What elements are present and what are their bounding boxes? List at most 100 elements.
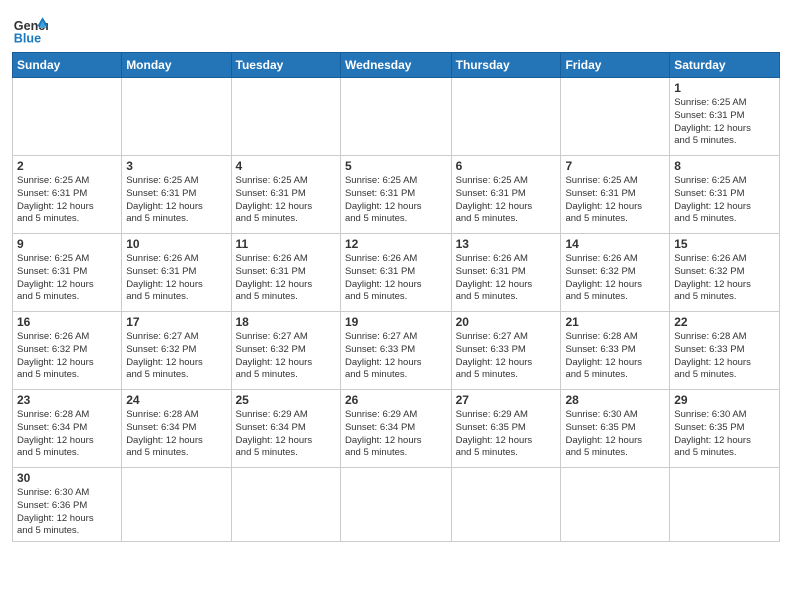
day-info: Sunrise: 6:28 AM Sunset: 6:33 PM Dayligh… (565, 331, 665, 382)
calendar-cell (13, 78, 122, 156)
day-info: Sunrise: 6:30 AM Sunset: 6:36 PM Dayligh… (17, 487, 117, 538)
day-number: 23 (17, 393, 117, 407)
day-number: 5 (345, 159, 447, 173)
calendar-cell (451, 78, 561, 156)
day-number: 29 (674, 393, 775, 407)
day-info: Sunrise: 6:25 AM Sunset: 6:31 PM Dayligh… (236, 175, 336, 226)
calendar-cell: 7 Sunrise: 6:25 AM Sunset: 6:31 PM Daylig… (561, 156, 670, 234)
weekday-header-row: SundayMondayTuesdayWednesdayThursdayFrid… (13, 53, 780, 78)
day-info: Sunrise: 6:26 AM Sunset: 6:32 PM Dayligh… (17, 331, 117, 382)
calendar-week-6: 30Sunrise: 6:30 AM Sunset: 6:36 PM Dayli… (13, 468, 780, 542)
calendar-cell: 27Sunrise: 6:29 AM Sunset: 6:35 PM Dayli… (451, 390, 561, 468)
day-number: 25 (236, 393, 336, 407)
calendar-cell: 12Sunrise: 6:26 AM Sunset: 6:31 PM Dayli… (340, 234, 451, 312)
calendar-cell (561, 468, 670, 542)
day-info: Sunrise: 6:26 AM Sunset: 6:31 PM Dayligh… (236, 253, 336, 304)
day-number: 15 (674, 237, 775, 251)
weekday-header-tuesday: Tuesday (231, 53, 340, 78)
calendar-week-3: 9 Sunrise: 6:25 AM Sunset: 6:31 PM Daylig… (13, 234, 780, 312)
day-number: 27 (456, 393, 557, 407)
calendar-cell: 4Sunrise: 6:25 AM Sunset: 6:31 PM Daylig… (231, 156, 340, 234)
weekday-header-sunday: Sunday (13, 53, 122, 78)
calendar-cell: 16Sunrise: 6:26 AM Sunset: 6:32 PM Dayli… (13, 312, 122, 390)
day-number: 11 (236, 237, 336, 251)
calendar-cell: 18 Sunrise: 6:27 AM Sunset: 6:32 PM Dayli… (231, 312, 340, 390)
day-number: 17 (126, 315, 226, 329)
day-number: 24 (126, 393, 226, 407)
day-number: 26 (345, 393, 447, 407)
calendar-cell: 10Sunrise: 6:26 AM Sunset: 6:31 PM Dayli… (122, 234, 231, 312)
calendar-cell (122, 78, 231, 156)
day-number: 10 (126, 237, 226, 251)
calendar-cell: 23 Sunrise: 6:28 AM Sunset: 6:34 PM Dayli… (13, 390, 122, 468)
calendar-cell: 13Sunrise: 6:26 AM Sunset: 6:31 PM Dayli… (451, 234, 561, 312)
calendar-cell: 6Sunrise: 6:25 AM Sunset: 6:31 PM Daylig… (451, 156, 561, 234)
calendar-cell: 21 Sunrise: 6:28 AM Sunset: 6:33 PM Dayli… (561, 312, 670, 390)
calendar-cell: 2 Sunrise: 6:25 AM Sunset: 6:31 PM Daylig… (13, 156, 122, 234)
calendar-table: SundayMondayTuesdayWednesdayThursdayFrid… (12, 52, 780, 542)
calendar-cell: 25Sunrise: 6:29 AM Sunset: 6:34 PM Dayli… (231, 390, 340, 468)
logo-icon: General Blue (12, 10, 48, 46)
weekday-header-monday: Monday (122, 53, 231, 78)
calendar-page: General Blue SundayMondayTuesdayWednesda… (0, 0, 792, 612)
day-info: Sunrise: 6:29 AM Sunset: 6:34 PM Dayligh… (345, 409, 447, 460)
logo: General Blue (12, 10, 48, 46)
day-number: 1 (674, 81, 775, 95)
day-info: Sunrise: 6:30 AM Sunset: 6:35 PM Dayligh… (565, 409, 665, 460)
weekday-header-wednesday: Wednesday (340, 53, 451, 78)
page-header: General Blue (12, 10, 780, 46)
day-number: 18 (236, 315, 336, 329)
day-info: Sunrise: 6:27 AM Sunset: 6:33 PM Dayligh… (456, 331, 557, 382)
day-number: 20 (456, 315, 557, 329)
calendar-cell (670, 468, 780, 542)
day-info: Sunrise: 6:28 AM Sunset: 6:34 PM Dayligh… (17, 409, 117, 460)
calendar-cell: 1 Sunrise: 6:25 AM Sunset: 6:31 PM Daylig… (670, 78, 780, 156)
calendar-week-1: 1 Sunrise: 6:25 AM Sunset: 6:31 PM Daylig… (13, 78, 780, 156)
day-info: Sunrise: 6:25 AM Sunset: 6:31 PM Dayligh… (17, 175, 117, 226)
day-number: 19 (345, 315, 447, 329)
calendar-cell: 24 Sunrise: 6:28 AM Sunset: 6:34 PM Dayli… (122, 390, 231, 468)
day-number: 7 (565, 159, 665, 173)
day-info: Sunrise: 6:26 AM Sunset: 6:32 PM Dayligh… (674, 253, 775, 304)
day-info: Sunrise: 6:25 AM Sunset: 6:31 PM Dayligh… (674, 97, 775, 148)
calendar-cell: 8Sunrise: 6:25 AM Sunset: 6:31 PM Daylig… (670, 156, 780, 234)
day-number: 8 (674, 159, 775, 173)
day-number: 9 (17, 237, 117, 251)
calendar-week-2: 2 Sunrise: 6:25 AM Sunset: 6:31 PM Daylig… (13, 156, 780, 234)
calendar-cell: 14 Sunrise: 6:26 AM Sunset: 6:32 PM Dayli… (561, 234, 670, 312)
day-info: Sunrise: 6:27 AM Sunset: 6:32 PM Dayligh… (236, 331, 336, 382)
calendar-cell: 22Sunrise: 6:28 AM Sunset: 6:33 PM Dayli… (670, 312, 780, 390)
day-info: Sunrise: 6:25 AM Sunset: 6:31 PM Dayligh… (126, 175, 226, 226)
day-number: 13 (456, 237, 557, 251)
weekday-header-thursday: Thursday (451, 53, 561, 78)
calendar-cell: 3Sunrise: 6:25 AM Sunset: 6:31 PM Daylig… (122, 156, 231, 234)
calendar-cell: 26 Sunrise: 6:29 AM Sunset: 6:34 PM Dayli… (340, 390, 451, 468)
day-info: Sunrise: 6:26 AM Sunset: 6:31 PM Dayligh… (345, 253, 447, 304)
calendar-cell (561, 78, 670, 156)
calendar-cell (340, 468, 451, 542)
calendar-cell (231, 78, 340, 156)
calendar-cell: 11 Sunrise: 6:26 AM Sunset: 6:31 PM Dayli… (231, 234, 340, 312)
day-info: Sunrise: 6:25 AM Sunset: 6:31 PM Dayligh… (565, 175, 665, 226)
day-info: Sunrise: 6:28 AM Sunset: 6:33 PM Dayligh… (674, 331, 775, 382)
day-number: 2 (17, 159, 117, 173)
calendar-cell: 17Sunrise: 6:27 AM Sunset: 6:32 PM Dayli… (122, 312, 231, 390)
calendar-cell: 28 Sunrise: 6:30 AM Sunset: 6:35 PM Dayli… (561, 390, 670, 468)
day-number: 6 (456, 159, 557, 173)
calendar-week-4: 16Sunrise: 6:26 AM Sunset: 6:32 PM Dayli… (13, 312, 780, 390)
calendar-cell: 15 Sunrise: 6:26 AM Sunset: 6:32 PM Dayli… (670, 234, 780, 312)
day-number: 14 (565, 237, 665, 251)
day-number: 28 (565, 393, 665, 407)
day-info: Sunrise: 6:30 AM Sunset: 6:35 PM Dayligh… (674, 409, 775, 460)
day-number: 21 (565, 315, 665, 329)
day-info: Sunrise: 6:28 AM Sunset: 6:34 PM Dayligh… (126, 409, 226, 460)
calendar-cell (340, 78, 451, 156)
calendar-cell: 5Sunrise: 6:25 AM Sunset: 6:31 PM Daylig… (340, 156, 451, 234)
day-info: Sunrise: 6:26 AM Sunset: 6:32 PM Dayligh… (565, 253, 665, 304)
calendar-cell: 29 Sunrise: 6:30 AM Sunset: 6:35 PM Dayli… (670, 390, 780, 468)
day-info: Sunrise: 6:25 AM Sunset: 6:31 PM Dayligh… (17, 253, 117, 304)
calendar-week-5: 23 Sunrise: 6:28 AM Sunset: 6:34 PM Dayli… (13, 390, 780, 468)
calendar-cell: 30Sunrise: 6:30 AM Sunset: 6:36 PM Dayli… (13, 468, 122, 542)
svg-text:Blue: Blue (14, 31, 41, 45)
calendar-cell (231, 468, 340, 542)
